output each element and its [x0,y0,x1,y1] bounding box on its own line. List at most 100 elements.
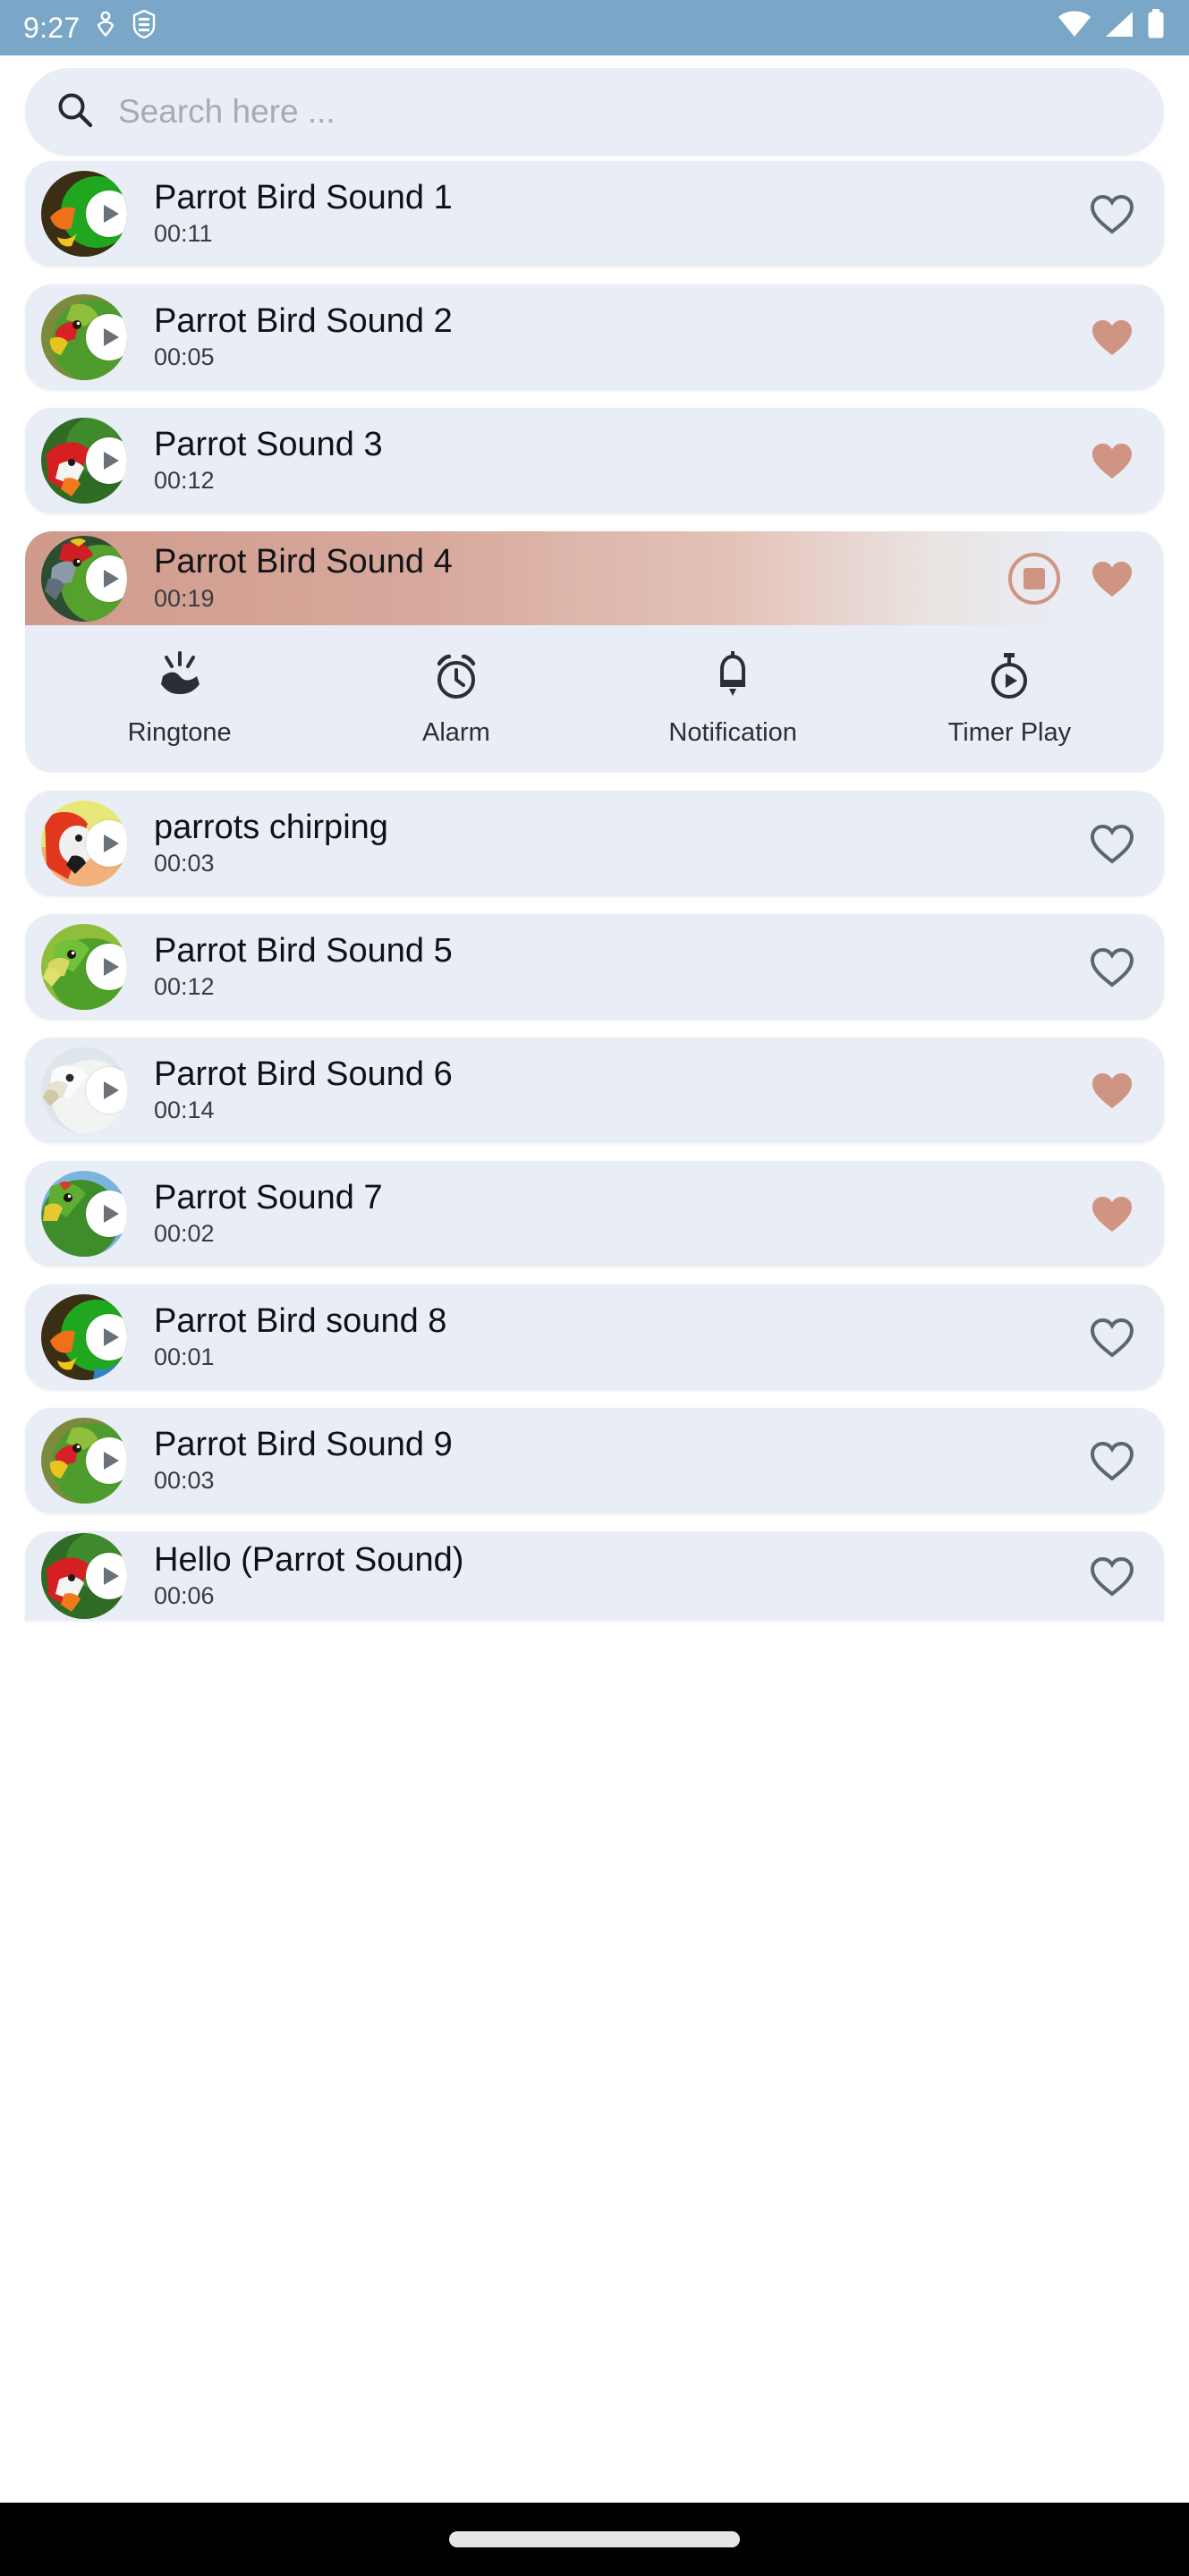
search-bar[interactable]: Search here ... [25,68,1164,156]
album-art-thumbnail [41,1294,127,1380]
vpn-key-icon [132,9,157,46]
stop-square-icon [1023,567,1045,589]
wifi-icon [1057,10,1092,46]
list-item-meta: Parrot Bird Sound 1 00:11 [154,178,453,248]
favorite-button[interactable] [1087,1312,1137,1362]
list-item-meta: Parrot Sound 3 00:12 [154,425,383,495]
favorite-button[interactable] [1087,1436,1137,1486]
list-item-meta: Parrot Sound 7 00:02 [154,1178,383,1248]
play-button[interactable] [86,437,127,484]
action-alarm[interactable]: Alarm [362,651,550,748]
play-button[interactable] [86,555,127,602]
play-button[interactable] [86,191,127,237]
sound-title: Parrot Sound 7 [154,1178,383,1216]
heart-filled-icon [1092,1073,1132,1108]
action-label: Timer Play [947,717,1072,747]
sound-title: Parrot Bird Sound 6 [154,1055,453,1093]
sound-title: Parrot Bird Sound 1 [154,178,453,216]
heart-outline-icon [1090,1441,1134,1481]
status-bar-clock: 9:27 [23,11,81,44]
action-timer-play[interactable]: Timer Play [915,651,1103,748]
status-bar-right [1057,9,1166,47]
heart-filled-icon [1092,1197,1132,1232]
favorite-button[interactable] [1087,1551,1137,1601]
app-screen: 9:27 Search here ... Parrot Bird Sound 1… [0,0,1189,2576]
album-art-thumbnail [41,1171,127,1257]
list-item-meta: Parrot Bird Sound 6 00:14 [154,1055,453,1124]
action-label: Ringtone [127,717,232,747]
album-art-thumbnail [41,1047,127,1133]
search-section: Search here ... [0,55,1189,156]
heart-outline-icon [1090,194,1134,234]
system-navigation-bar [0,2503,1189,2576]
list-item[interactable]: Parrot Bird Sound 9 00:03 [25,1408,1164,1513]
list-item-meta: parrots chirping 00:03 [154,809,388,877]
sound-duration: 00:02 [154,1220,215,1248]
play-button[interactable] [86,944,127,990]
sound-duration: 00:01 [154,1343,215,1371]
list-item[interactable]: Parrot Bird Sound 2 00:05 [25,284,1164,390]
sound-title: Parrot Bird Sound 4 [154,543,453,581]
heart-outline-icon [1090,1318,1134,1358]
favorite-button[interactable] [1087,1065,1137,1115]
list-item[interactable]: Hello (Parrot Sound) 00:06 [25,1531,1164,1621]
list-item-meta: Parrot Bird sound 8 00:01 [154,1301,447,1371]
list-item[interactable]: Parrot Sound 7 00:02 [25,1161,1164,1267]
sound-duration: 00:19 [154,584,215,612]
sound-duration: 00:05 [154,343,215,371]
album-art-thumbnail [41,1533,127,1619]
action-ringtone[interactable]: Ringtone [86,650,274,748]
album-art-thumbnail [41,418,127,504]
search-input[interactable]: Search here ... [118,93,335,131]
sound-duration: 00:14 [154,1097,215,1124]
play-button[interactable] [86,820,127,867]
sound-title: Parrot Bird Sound 5 [154,931,453,970]
action-label: Alarm [422,717,490,747]
album-art-thumbnail [41,924,127,1010]
favorite-button[interactable] [1087,312,1137,362]
album-art-thumbnail [41,171,127,257]
search-icon [55,90,95,134]
ringtone-icon [154,650,206,706]
sound-list: Parrot Bird Sound 1 00:11 Parrot Bird So… [0,156,1189,1621]
playback-progress-row[interactable]: Parrot Bird Sound 4 00:19 [25,531,1164,625]
list-item[interactable]: Parrot Bird Sound 6 00:14 [25,1038,1164,1143]
list-item-meta: Parrot Bird Sound 5 00:12 [154,931,453,1001]
list-item[interactable]: parrots chirping 00:03 [25,791,1164,896]
play-button[interactable] [86,1191,127,1237]
home-gesture-pill[interactable] [449,2531,740,2547]
list-item-playing[interactable]: Parrot Bird Sound 4 00:19 Ringtone Alarm… [25,531,1164,773]
sound-title: Parrot Bird sound 8 [154,1301,447,1340]
content-scroll-area[interactable]: Search here ... Parrot Bird Sound 1 00:1… [0,55,1189,2503]
list-item-meta: Parrot Bird Sound 2 00:05 [154,302,453,371]
list-item[interactable]: Parrot Sound 3 00:12 [25,408,1164,513]
album-art-thumbnail [41,535,127,622]
sound-duration: 00:03 [154,850,215,877]
action-notification[interactable]: Notification [639,649,827,748]
favorite-button[interactable] [1087,189,1137,239]
list-item[interactable]: Parrot Bird sound 8 00:01 [25,1284,1164,1390]
play-button[interactable] [86,1553,127,1599]
sound-duration: 00:12 [154,973,215,1001]
favorite-button[interactable] [1087,942,1137,992]
battery-icon [1146,9,1166,47]
sound-duration: 00:06 [154,1582,215,1610]
favorite-button[interactable] [1087,554,1137,604]
stop-button[interactable] [1008,552,1060,605]
play-button[interactable] [86,1437,127,1484]
heart-filled-icon [1092,561,1132,597]
sound-title: Parrot Sound 3 [154,425,383,463]
play-button[interactable] [86,314,127,360]
list-item[interactable]: Parrot Bird Sound 1 00:11 [25,161,1164,267]
album-art-thumbnail [41,801,127,886]
play-button[interactable] [86,1067,127,1114]
favorite-button[interactable] [1087,436,1137,486]
list-item[interactable]: Parrot Bird Sound 5 00:12 [25,914,1164,1020]
play-button[interactable] [86,1314,127,1360]
sound-duration: 00:11 [154,220,213,248]
album-art-thumbnail [41,1418,127,1504]
action-label: Notification [668,717,797,747]
favorite-button[interactable] [1087,1189,1137,1239]
list-item-meta: Parrot Bird Sound 4 00:19 [154,544,453,612]
favorite-button[interactable] [1087,818,1137,869]
